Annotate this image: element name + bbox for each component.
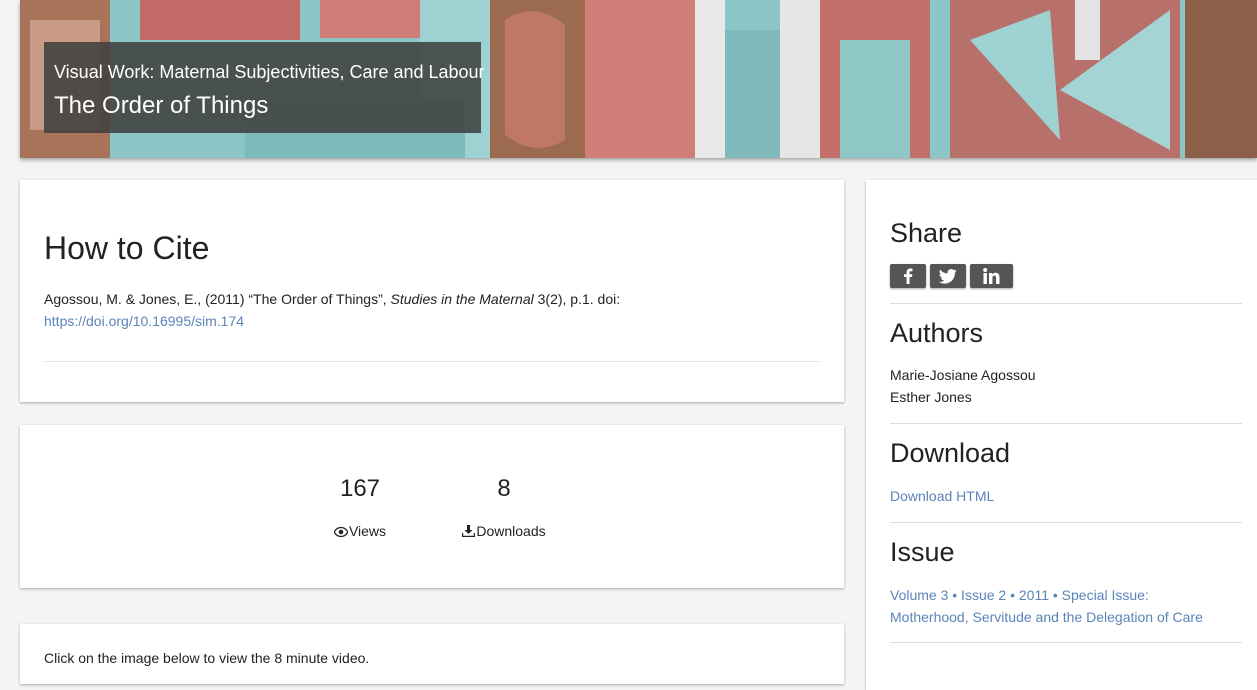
downloads-label: Downloads — [476, 523, 546, 539]
hero-caption: Visual Work: Maternal Subjectivities, Ca… — [44, 42, 485, 133]
download-heading: Download — [890, 438, 1011, 468]
issue-link[interactable]: Volume 3 • Issue 2 • 2011 • Special Issu… — [890, 584, 1203, 628]
linkedin-icon — [983, 268, 1000, 284]
share-facebook-button[interactable] — [890, 264, 926, 288]
share-twitter-button[interactable] — [930, 264, 966, 288]
video-card: Click on the image below to view the 8 m… — [20, 624, 844, 684]
authors-heading: Authors — [890, 318, 984, 348]
views-count: 167 — [339, 475, 381, 502]
doi-link[interactable]: https://doi.org/10.16995/sim.174 — [44, 313, 244, 329]
citation-volume: 3(2), p.1. doi: — [533, 291, 621, 307]
twitter-icon — [939, 268, 957, 284]
views-stat: 167 Views — [320, 475, 400, 540]
share-buttons — [890, 264, 1013, 288]
video-instruction: Click on the image below to view the 8 m… — [44, 650, 370, 666]
share-linkedin-button[interactable] — [970, 264, 1013, 288]
download-html-link[interactable]: Download HTML — [890, 485, 994, 507]
article-title: The Order of Things — [54, 92, 269, 119]
metrics-card: 167 Views 8 Downloads — [20, 425, 844, 588]
downloads-count: 8 — [497, 475, 511, 502]
how-to-cite-heading: How to Cite — [44, 230, 210, 266]
downloads-label-row: Downloads — [454, 522, 554, 540]
author-name: Marie-Josiane Agossou — [890, 367, 1036, 383]
hero-banner: Visual Work: Maternal Subjectivities, Ca… — [20, 0, 1257, 158]
share-heading: Share — [890, 218, 963, 248]
how-to-cite-card: How to Cite Agossou, M. & Jones, E., (20… — [20, 180, 844, 402]
issue-heading: Issue — [890, 537, 955, 567]
facebook-icon — [904, 268, 913, 284]
issue-line: Volume 3 • Issue 2 • 2011 • Special Issu… — [890, 587, 1149, 603]
divider — [44, 361, 820, 362]
citation-text: Agossou, M. & Jones, E., (2011) “The Ord… — [44, 288, 804, 332]
eye-icon — [333, 526, 349, 538]
citation-authors: Agossou, M. & Jones, E., (2011) “The Ord… — [44, 291, 391, 307]
divider — [890, 423, 1242, 424]
download-icon — [462, 525, 476, 538]
author-name: Esther Jones — [890, 389, 972, 405]
views-label-row: Views — [320, 522, 400, 540]
divider — [890, 642, 1242, 643]
divider — [890, 522, 1242, 523]
article-sidebar: Share Authors Marie-Josiane Agossou Esth… — [866, 180, 1257, 690]
citation-journal: Studies in the Maternal — [390, 291, 534, 307]
issue-section-title: Visual Work: Maternal Subjectivities, Ca… — [54, 62, 485, 82]
divider — [890, 303, 1242, 304]
issue-line: Motherhood, Servitude and the Delegation… — [890, 609, 1203, 625]
views-label: Views — [348, 523, 387, 539]
downloads-stat: 8 Downloads — [454, 475, 554, 540]
